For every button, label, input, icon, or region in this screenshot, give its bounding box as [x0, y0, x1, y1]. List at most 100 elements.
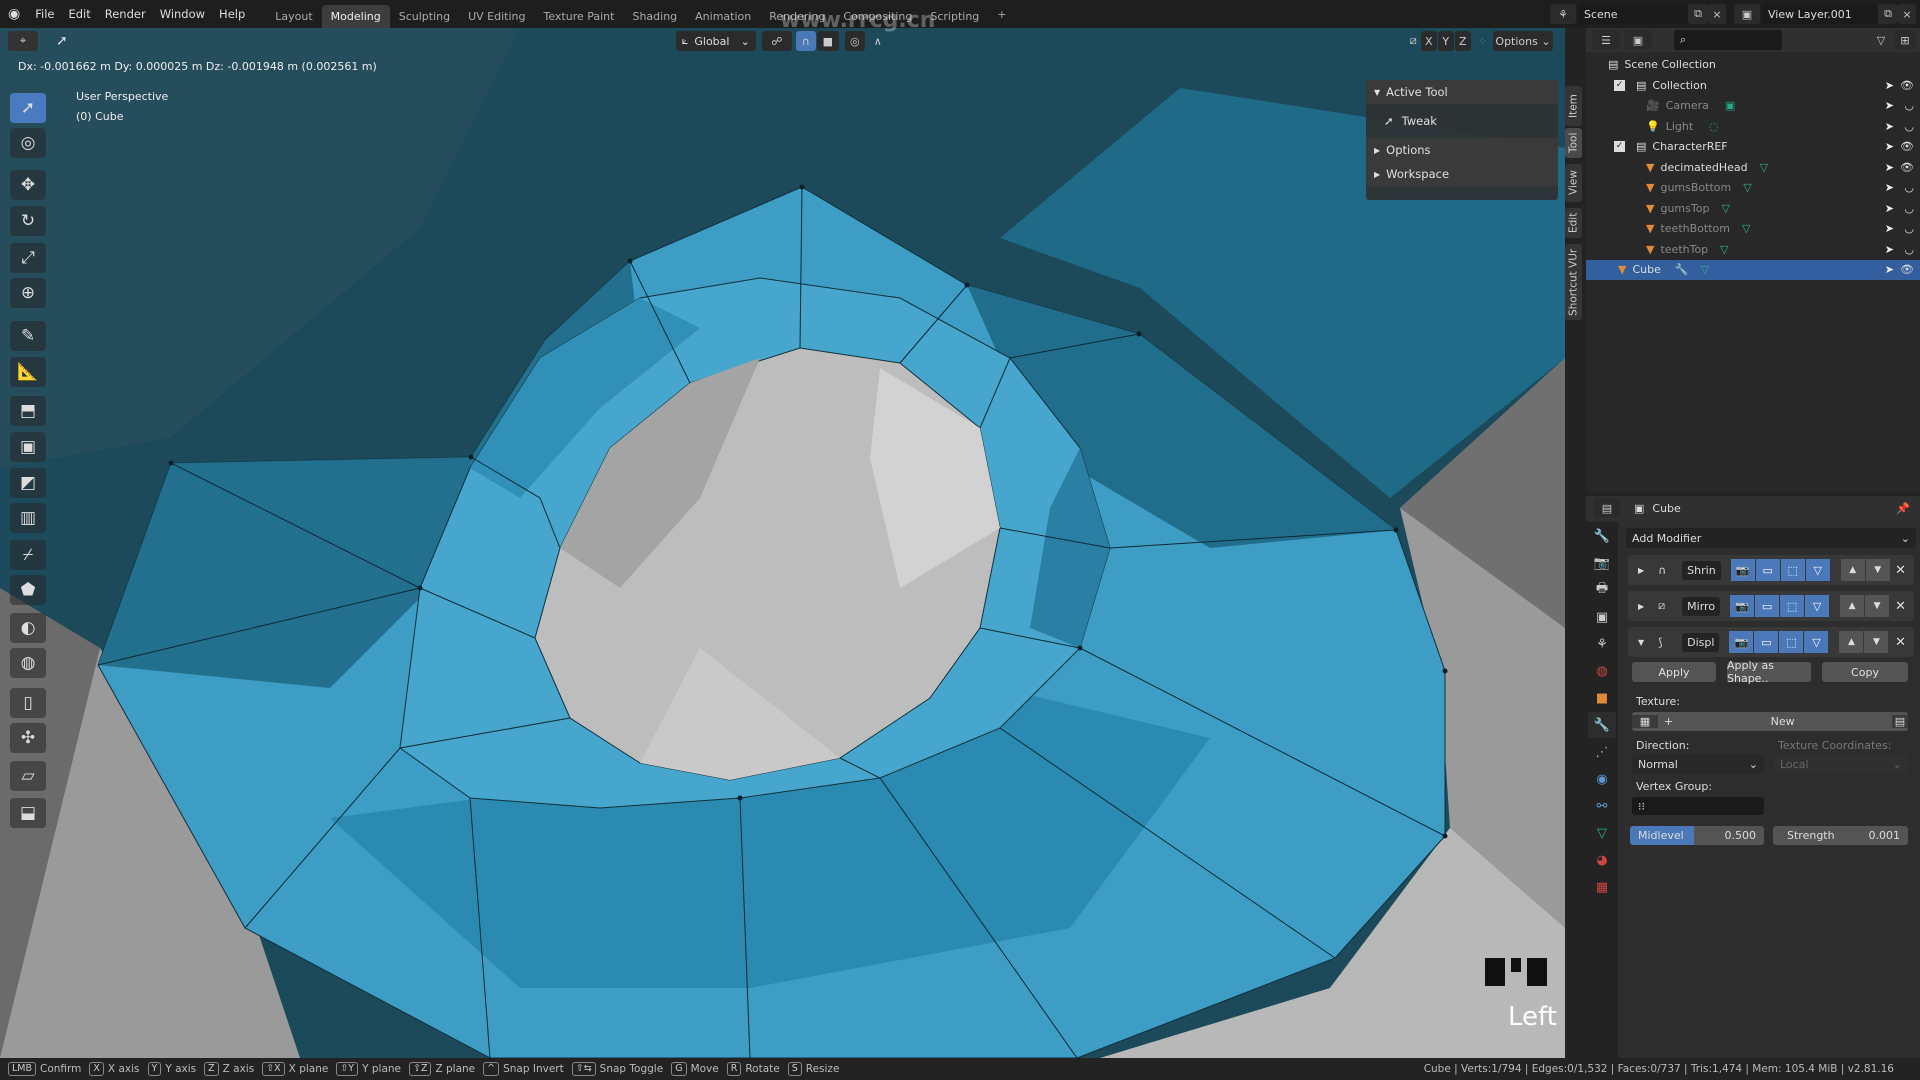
- eye-icon[interactable]: 👁: [1900, 263, 1914, 276]
- mesh-data-icon[interactable]: ▽: [1721, 202, 1729, 215]
- extrude-tool-icon[interactable]: ⬒: [10, 396, 46, 426]
- selectable-arrow-icon[interactable]: ➤: [1885, 120, 1894, 133]
- hidden-eye-icon[interactable]: ◡: [1904, 243, 1914, 256]
- falloff-icon[interactable]: ∧: [866, 31, 890, 51]
- tweak-tool-icon[interactable]: ➚: [10, 93, 46, 123]
- options-dropdown[interactable]: Options ⌄: [1493, 31, 1553, 51]
- selectable-arrow-icon[interactable]: ➤: [1885, 161, 1894, 174]
- move-up-icon[interactable]: ▲: [1840, 595, 1865, 617]
- tab-uv-editing[interactable]: UV Editing: [459, 5, 534, 28]
- pivot-icon[interactable]: ☍: [761, 31, 792, 51]
- sidebar-tab-shortcut-vur[interactable]: Shortcut VUr: [1565, 244, 1582, 320]
- outliner-row-Cube[interactable]: ▼ Cube 🔧 ▽ ➤ 👁: [1586, 259, 1920, 280]
- outliner-row-teethBottom[interactable]: ▼ teethBottom ▽ ➤ ◡: [1586, 219, 1920, 239]
- mirror-axis-y[interactable]: Y: [1437, 31, 1454, 51]
- mirror-icon[interactable]: ⧄: [1410, 34, 1417, 48]
- edge-slide-tool-icon[interactable]: ▯: [10, 688, 46, 718]
- copy-view-layer-icon[interactable]: ⧉: [1878, 4, 1898, 24]
- bevel-tool-icon[interactable]: ◩: [10, 468, 46, 498]
- hidden-eye-icon[interactable]: ◡: [1904, 222, 1914, 235]
- move-down-icon[interactable]: ▼: [1864, 631, 1889, 653]
- hidden-eye-icon[interactable]: ◡: [1904, 181, 1914, 194]
- scene-collection-row[interactable]: ▤ Scene Collection: [1586, 54, 1920, 74]
- texture-tab-icon[interactable]: ▦: [1588, 874, 1616, 900]
- tab-modeling[interactable]: Modeling: [321, 5, 390, 28]
- move-down-icon[interactable]: ▼: [1865, 559, 1890, 581]
- world-tab-icon[interactable]: ◍: [1588, 658, 1616, 684]
- eye-icon[interactable]: 👁: [1900, 79, 1914, 92]
- midlevel-slider[interactable]: Midlevel 0.500: [1630, 826, 1764, 845]
- tab-animation[interactable]: Animation: [686, 5, 760, 28]
- add-modifier-dropdown[interactable]: Add Modifier ⌄: [1626, 528, 1916, 548]
- camera-data-icon[interactable]: ▣: [1725, 99, 1735, 112]
- mirror-axis-x[interactable]: X: [1420, 31, 1437, 51]
- tab-layout[interactable]: Layout: [266, 5, 321, 28]
- menu-window[interactable]: Window: [153, 7, 212, 21]
- move-up-icon[interactable]: ▲: [1840, 559, 1865, 581]
- 3d-viewport[interactable]: [0, 28, 1565, 1058]
- menu-help[interactable]: Help: [212, 7, 252, 21]
- delete-scene-icon[interactable]: ×: [1708, 4, 1726, 24]
- mirror-axis-z[interactable]: Z: [1454, 31, 1471, 51]
- mesh-data-icon[interactable]: ▽: [1743, 181, 1751, 194]
- editmode-toggle-icon[interactable]: ⬚: [1780, 595, 1805, 617]
- selectable-arrow-icon[interactable]: ➤: [1885, 222, 1894, 235]
- mesh-data-icon[interactable]: ▽: [1720, 243, 1728, 256]
- visibility-checkbox[interactable]: ✓: [1614, 141, 1625, 152]
- modifier-name-field[interactable]: Displ: [1682, 632, 1720, 652]
- shear-tool-icon[interactable]: ▱: [10, 761, 46, 791]
- shrink-fatten-tool-icon[interactable]: ✣: [10, 723, 46, 753]
- proportional-edit-icon[interactable]: ◎: [844, 31, 865, 51]
- visibility-checkbox[interactable]: ✓: [1614, 79, 1625, 91]
- blender-logo-icon[interactable]: ◉: [0, 6, 28, 22]
- annotate-tool-icon[interactable]: ✎: [10, 321, 46, 351]
- inset-tool-icon[interactable]: ▣: [10, 432, 46, 462]
- editmode-toggle-icon[interactable]: ⬚: [1779, 631, 1804, 653]
- view-layer-icon[interactable]: ▣: [1734, 4, 1760, 24]
- filter-icon[interactable]: ▽: [1868, 30, 1894, 50]
- texture-properties-icon[interactable]: ▤: [1892, 715, 1908, 728]
- texture-selector[interactable]: ▦ + New ▤: [1632, 712, 1908, 731]
- selectable-arrow-icon[interactable]: ➤: [1885, 140, 1894, 153]
- view-layer-tab-icon[interactable]: ▣: [1588, 604, 1616, 630]
- outliner-row-decimatedHead[interactable]: ▼ decimatedHead ▽ ➤ 👁: [1586, 157, 1920, 177]
- material-tab-icon[interactable]: ◕: [1588, 847, 1616, 873]
- modifier-name-field[interactable]: Mirro: [1682, 596, 1721, 616]
- collapsed-arrow-icon[interactable]: ▶: [1638, 566, 1644, 575]
- tab-texture-paint[interactable]: Texture Paint: [534, 5, 623, 28]
- auto-merge-icon[interactable]: ⁘: [1478, 35, 1487, 48]
- viewport-toggle-icon[interactable]: ▭: [1754, 631, 1779, 653]
- apply-button[interactable]: Apply: [1632, 662, 1716, 682]
- remove-modifier-icon[interactable]: ✕: [1895, 635, 1906, 650]
- texture-browse-icon[interactable]: ▦: [1632, 715, 1658, 728]
- transform-tool-icon[interactable]: ⊕: [10, 278, 46, 308]
- snap-element-icon[interactable]: ■: [816, 31, 839, 51]
- remove-modifier-icon[interactable]: ✕: [1895, 599, 1906, 614]
- collapsed-arrow-icon[interactable]: ▶: [1638, 602, 1644, 611]
- pin-icon[interactable]: 📌: [1896, 502, 1910, 515]
- active-tool-panel-header[interactable]: ▼ Active Tool: [1366, 80, 1558, 104]
- transform-orientation-dropdown[interactable]: ⟀ Global ⌄: [675, 31, 756, 51]
- selectable-arrow-icon[interactable]: ➤: [1885, 99, 1894, 112]
- output-tab-icon[interactable]: 🖶: [1588, 577, 1616, 603]
- snap-icon[interactable]: ∩: [795, 31, 816, 51]
- cursor-tool-icon[interactable]: ◎: [10, 128, 46, 158]
- constraints-tab-icon[interactable]: ⚯: [1588, 793, 1616, 819]
- eye-icon[interactable]: 👁: [1900, 140, 1914, 153]
- tab-shading[interactable]: Shading: [623, 5, 686, 28]
- render-tab-icon[interactable]: 📷: [1588, 550, 1616, 576]
- scene-selector-icon[interactable]: ⚘: [1550, 4, 1576, 24]
- view-layer-field[interactable]: View Layer.001: [1762, 4, 1878, 24]
- editor-type-icon[interactable]: ⌖: [8, 31, 38, 51]
- tool-tab-icon[interactable]: 🔧: [1588, 523, 1616, 549]
- navigation-gizmo[interactable]: [1485, 958, 1547, 986]
- rip-tool-icon[interactable]: ⬓: [10, 798, 46, 828]
- render-toggle-icon[interactable]: 📷: [1729, 631, 1754, 653]
- outliner-row-teethTop[interactable]: ▼ teethTop ▽ ➤ ◡: [1586, 239, 1920, 259]
- loop-cut-tool-icon[interactable]: ▥: [10, 503, 46, 533]
- vertex-group-input[interactable]: ⁝⁝: [1632, 797, 1764, 815]
- display-mode-icon[interactable]: ☰: [1592, 30, 1620, 50]
- data-tab-icon[interactable]: ▽: [1588, 820, 1616, 846]
- menu-render[interactable]: Render: [98, 7, 153, 21]
- outliner-row-CharacterREF[interactable]: ✓ ▤ CharacterREF ➤ 👁: [1586, 137, 1920, 157]
